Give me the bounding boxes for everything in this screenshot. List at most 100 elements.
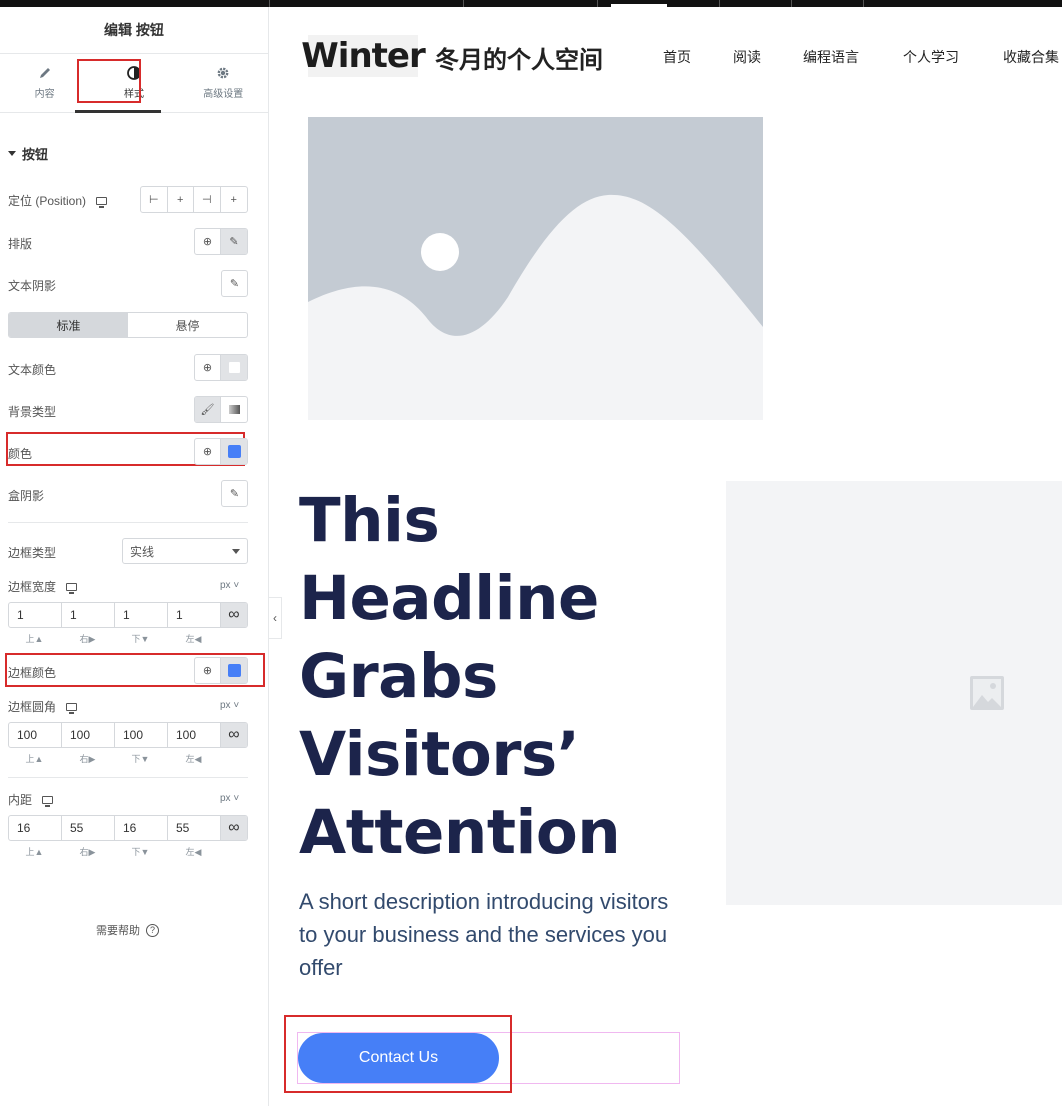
align-stretch-icon[interactable]: + bbox=[221, 187, 247, 212]
nav-item-home[interactable]: 首页 bbox=[663, 47, 733, 67]
align-center-icon[interactable]: + bbox=[168, 187, 194, 212]
edit-pencil-icon[interactable]: ✎ bbox=[221, 229, 247, 254]
tab-advanced-label: 高级设置 bbox=[203, 89, 244, 100]
desktop-icon bbox=[66, 702, 78, 714]
tab-normal[interactable]: 标准 bbox=[9, 313, 128, 337]
padding-inputs: 16 55 16 55 ∞ bbox=[8, 815, 248, 841]
desktop-icon bbox=[42, 795, 54, 807]
padding-label: 内距 bbox=[8, 791, 54, 808]
edit-pencil-icon[interactable]: ✎ bbox=[222, 271, 247, 296]
globe-icon[interactable]: ⊕ bbox=[195, 658, 222, 683]
nav-item-programming[interactable]: 编程语言 bbox=[803, 47, 903, 67]
link-icon[interactable]: ∞ bbox=[221, 816, 247, 840]
tab-content[interactable]: 内容 bbox=[0, 54, 89, 112]
text-shadow-controls: ✎ bbox=[221, 270, 248, 297]
collapse-panel-button[interactable]: ‹ bbox=[269, 597, 282, 639]
divider bbox=[8, 522, 248, 523]
border-radius-left[interactable]: 100 bbox=[168, 723, 221, 747]
border-width-top[interactable]: 1 bbox=[9, 603, 62, 627]
headline-line: Visitors’ bbox=[299, 719, 580, 790]
chevron-left-icon: ‹ bbox=[273, 611, 277, 625]
padding-top[interactable]: 16 bbox=[9, 816, 62, 840]
text-color-label: 文本颜色 bbox=[8, 363, 57, 377]
border-radius-bottom[interactable]: 100 bbox=[115, 723, 168, 747]
panel-tabs: 内容 样式 高级设置 bbox=[0, 54, 268, 113]
gear-icon bbox=[217, 67, 229, 79]
active-tab-indicator bbox=[75, 110, 161, 113]
panel-title: 编辑 按钮 bbox=[0, 7, 268, 54]
placeholder-landscape-icon bbox=[308, 194, 763, 420]
border-type-select[interactable]: 实线 bbox=[122, 538, 248, 564]
border-width-bottom[interactable]: 1 bbox=[115, 603, 168, 627]
tab-hover[interactable]: 悬停 bbox=[128, 313, 247, 337]
tab-style-label: 样式 bbox=[123, 89, 144, 100]
link-icon[interactable]: ∞ bbox=[221, 723, 247, 747]
border-radius-top[interactable]: 100 bbox=[9, 723, 62, 747]
border-width-side-labels: 上▲ 右▶ 下▼ 左◀ bbox=[25, 634, 202, 644]
text-color-controls: ⊕ bbox=[194, 354, 248, 381]
bg-color-swatch[interactable] bbox=[221, 439, 247, 464]
border-radius-unit[interactable]: px ˅ bbox=[220, 700, 239, 711]
desktop-icon bbox=[66, 582, 78, 594]
border-radius-right[interactable]: 100 bbox=[62, 723, 115, 747]
brush-icon[interactable]: 🖌 bbox=[195, 397, 222, 422]
padding-bottom[interactable]: 16 bbox=[115, 816, 168, 840]
align-start-icon[interactable]: ⊢ bbox=[141, 187, 168, 212]
image-placeholder[interactable] bbox=[308, 117, 763, 420]
typography-label: 排版 bbox=[8, 237, 33, 251]
text-shadow-label: 文本阴影 bbox=[8, 279, 57, 293]
border-color-label: 边框颜色 bbox=[8, 666, 57, 680]
image-icon bbox=[970, 676, 1004, 710]
nav-item-reading[interactable]: 阅读 bbox=[733, 47, 803, 67]
caret-down-icon bbox=[8, 151, 16, 156]
color-label: 颜色 bbox=[8, 447, 33, 461]
main-nav: 首页 阅读 编程语言 个人学习 收藏合集 bbox=[663, 47, 1059, 67]
hero-description: A short description introducing visitors… bbox=[299, 889, 669, 980]
state-tabs: 标准 悬停 bbox=[8, 312, 248, 338]
border-color-swatch[interactable] bbox=[221, 658, 247, 683]
headline-line: Attention bbox=[299, 797, 621, 868]
box-shadow-controls: ✎ bbox=[221, 480, 248, 507]
globe-icon[interactable]: ⊕ bbox=[195, 439, 222, 464]
desktop-icon bbox=[96, 196, 108, 208]
top-toolbar bbox=[0, 0, 1062, 7]
color-controls: ⊕ bbox=[194, 438, 248, 465]
gradient-icon[interactable] bbox=[221, 397, 247, 422]
edit-pencil-icon[interactable]: ✎ bbox=[222, 481, 247, 506]
help-link[interactable]: 需要帮助? bbox=[96, 922, 159, 938]
headline-line: This bbox=[299, 485, 440, 556]
text-color-swatch[interactable] bbox=[221, 355, 247, 380]
border-radius-label: 边框圆角 bbox=[8, 698, 78, 715]
site-logo[interactable]: Winter bbox=[301, 35, 426, 77]
tab-advanced[interactable]: 高级设置 bbox=[179, 54, 268, 112]
headline-line: Headline bbox=[299, 563, 599, 634]
padding-unit[interactable]: px ˅ bbox=[220, 793, 239, 804]
border-color-controls: ⊕ bbox=[194, 657, 248, 684]
position-label: 定位 (Position) bbox=[8, 192, 108, 209]
link-icon[interactable]: ∞ bbox=[221, 603, 247, 627]
half-circle-icon bbox=[127, 66, 141, 80]
hero-headline: This Headline Grabs Visitors’ Attention bbox=[299, 482, 719, 872]
globe-icon[interactable]: ⊕ bbox=[195, 355, 222, 380]
align-end-icon[interactable]: ⊣ bbox=[194, 187, 221, 212]
image-placeholder-large[interactable] bbox=[726, 481, 1062, 905]
border-type-value: 实线 bbox=[130, 544, 155, 559]
border-width-right[interactable]: 1 bbox=[62, 603, 115, 627]
chevron-down-icon bbox=[232, 549, 240, 554]
section-button-title[interactable]: 按钮 bbox=[8, 144, 48, 163]
border-width-left[interactable]: 1 bbox=[168, 603, 221, 627]
site-title[interactable]: 冬月的个人空间 bbox=[435, 40, 603, 75]
border-width-unit[interactable]: px ˅ bbox=[220, 580, 239, 591]
nav-item-collections[interactable]: 收藏合集 bbox=[1003, 47, 1059, 67]
globe-icon[interactable]: ⊕ bbox=[195, 229, 222, 254]
headline-line: Grabs bbox=[299, 641, 498, 712]
nav-item-study[interactable]: 个人学习 bbox=[903, 47, 1003, 67]
box-shadow-label: 盒阴影 bbox=[8, 489, 45, 503]
bg-type-controls: 🖌 bbox=[194, 396, 248, 423]
contact-us-button[interactable]: Contact Us bbox=[298, 1033, 499, 1083]
section-label: 按钮 bbox=[22, 147, 49, 162]
help-label: 需要帮助 bbox=[96, 925, 140, 937]
padding-left[interactable]: 55 bbox=[168, 816, 221, 840]
tab-style[interactable]: 样式 bbox=[89, 54, 178, 112]
padding-right[interactable]: 55 bbox=[62, 816, 115, 840]
